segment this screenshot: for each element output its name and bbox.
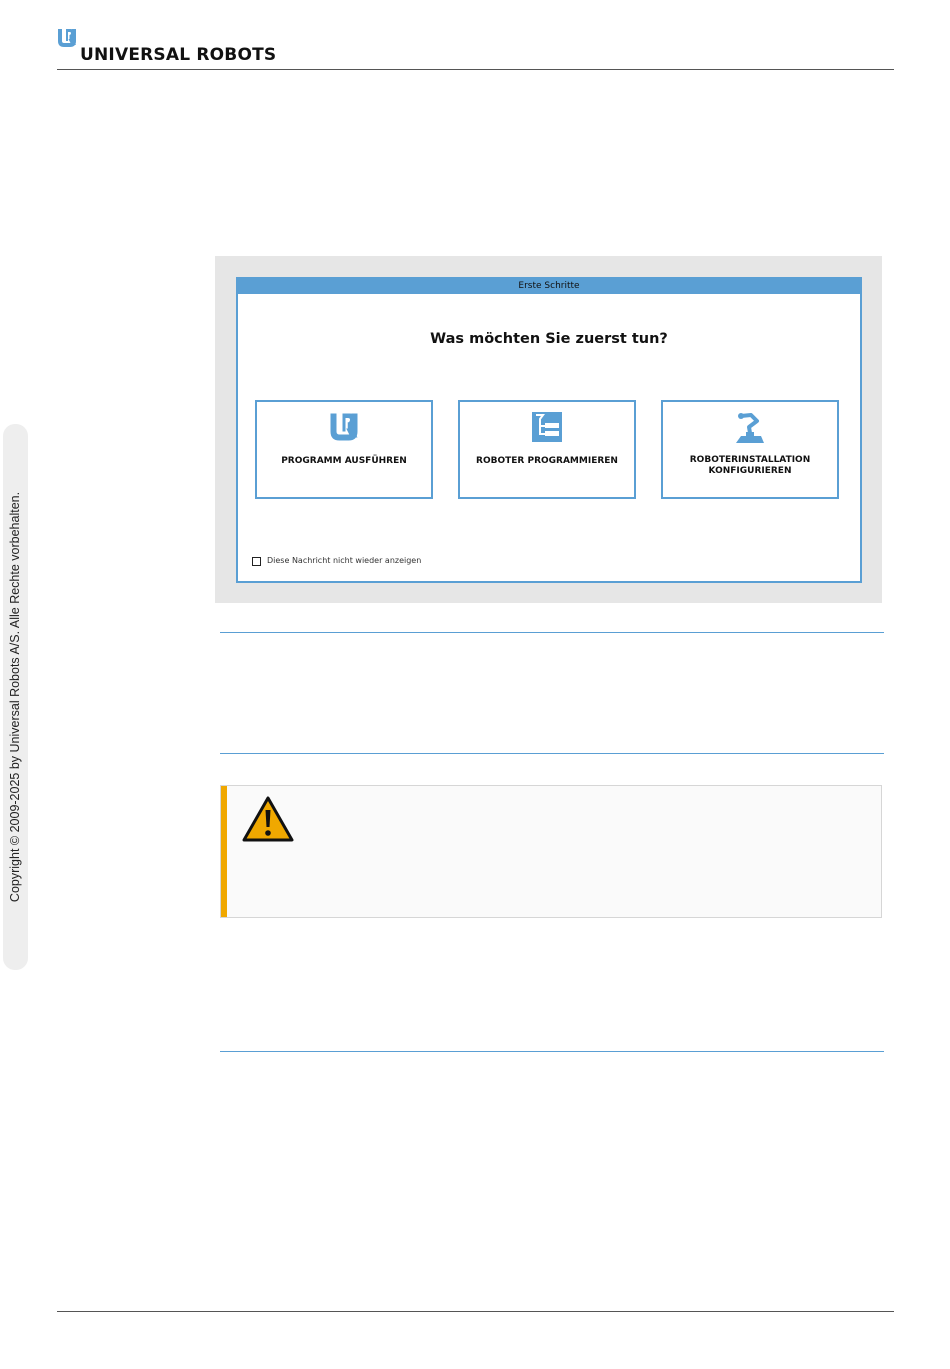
program-robot-button[interactable]: ROBOTER PROGRAMMIEREN xyxy=(458,400,636,499)
section-divider xyxy=(220,632,884,633)
dialog-title: Erste Schritte xyxy=(238,279,860,294)
run-program-label: PROGRAMM AUSFÜHREN xyxy=(281,456,407,466)
brand-name: UNIVERSAL ROBOTS xyxy=(80,45,277,65)
ur-logo-icon xyxy=(58,29,76,47)
section-divider xyxy=(220,1051,884,1052)
configure-installation-button[interactable]: ROBOTERINSTALLATION KONFIGURIEREN xyxy=(661,400,839,499)
program-robot-label: ROBOTER PROGRAMMIEREN xyxy=(476,456,618,466)
run-program-button[interactable]: PROGRAMM AUSFÜHREN xyxy=(255,400,433,499)
warning-triangle-icon xyxy=(242,796,294,846)
warning-box xyxy=(220,785,882,918)
robot-arm-icon xyxy=(735,412,765,448)
configure-installation-label: ROBOTERINSTALLATION KONFIGURIEREN xyxy=(689,455,811,476)
section-divider xyxy=(220,753,884,754)
dialog-question: Was möchten Sie zuerst tun? xyxy=(430,331,668,347)
footer-divider xyxy=(57,1311,894,1312)
dont-show-again-checkbox[interactable] xyxy=(252,557,261,566)
dont-show-again-label: Diese Nachricht nicht wieder anzeigen xyxy=(267,556,422,565)
program-tree-icon xyxy=(532,412,562,446)
warning-accent-bar xyxy=(221,786,227,917)
welcome-dialog: Erste Schritte Was möchten Sie zuerst tu… xyxy=(236,277,862,583)
copyright-text: Copyright © 2009-2025 by Universal Robot… xyxy=(8,491,22,903)
ur-logo-icon xyxy=(329,412,359,446)
header-divider xyxy=(57,69,894,70)
